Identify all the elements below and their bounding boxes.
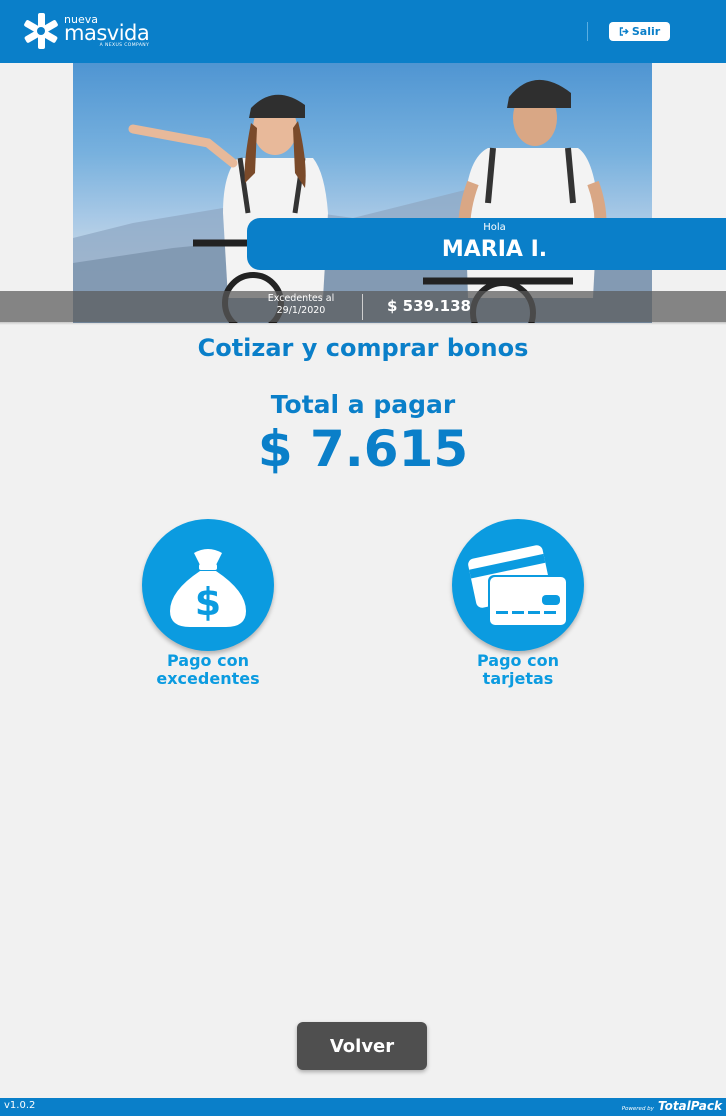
pay-cards-label[interactable]: Pago con tarjetas: [428, 652, 608, 688]
header-divider: [587, 22, 588, 41]
greeting-panel: Hola MARIA I.: [247, 218, 726, 270]
pay-surplus-label[interactable]: Pago con excedentes: [118, 652, 298, 688]
pay-with-cards-option[interactable]: Pago con tarjetas: [428, 519, 608, 688]
logo-star-icon: [24, 13, 58, 49]
back-button[interactable]: Volver: [297, 1022, 427, 1070]
balance-date: 29/1/2020: [276, 305, 326, 316]
pay-surplus-circle[interactable]: $: [142, 519, 274, 651]
banner-shadow: [0, 322, 726, 325]
balance-label: Excedentes al 29/1/2020: [258, 293, 344, 317]
total-label: Total a pagar: [270, 390, 456, 419]
totalpack-logo: TotalPack: [657, 1099, 722, 1113]
logout-button[interactable]: Salir: [609, 22, 670, 41]
balance-value: $ 539.138: [387, 297, 471, 315]
balance-divider: [362, 294, 363, 320]
hero-banner: [73, 63, 652, 323]
pay-cards-circle[interactable]: [452, 519, 584, 651]
logo-name: masvida: [64, 20, 150, 45]
app-footer: v1.0.2 Powered by TotalPack: [0, 1098, 726, 1116]
svg-text:$: $: [195, 580, 221, 624]
version-label: v1.0.2: [4, 1100, 36, 1111]
nueva-masvida-logo: nueva masvida A NEXUS COMPANY: [24, 12, 150, 50]
logout-label: Salir: [631, 25, 661, 38]
money-bag-icon: $: [170, 549, 246, 627]
balance-label-line1: Excedentes al: [267, 293, 335, 304]
powered-by-text: Powered by: [621, 1106, 654, 1112]
greeting-text: Hola: [483, 222, 506, 233]
total-value: $ 7.615: [257, 420, 469, 478]
pay-with-surplus-option[interactable]: $ Pago con excedentes: [118, 519, 298, 688]
app-header: nueva masvida A NEXUS COMPANY Salir: [0, 0, 726, 63]
cyclists-photo: [73, 79, 652, 323]
user-name: MARIA I.: [441, 237, 548, 262]
credit-cards-icon: [468, 545, 568, 627]
balance-bar: Excedentes al 29/1/2020 $ 539.138: [0, 291, 726, 322]
sign-out-icon: [619, 27, 629, 36]
powered-by: Powered by TotalPack: [622, 1099, 722, 1113]
page-title: Cotizar y comprar bonos: [197, 334, 529, 362]
